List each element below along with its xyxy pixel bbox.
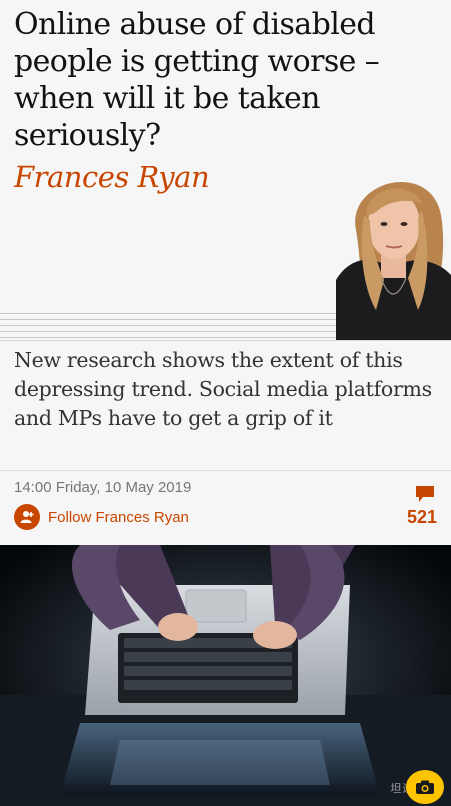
follow-author-button[interactable]: Follow Frances Ryan <box>14 503 189 531</box>
article-photo <box>0 545 451 806</box>
follow-author-label: Follow Frances Ryan <box>48 508 189 526</box>
divider <box>0 340 451 341</box>
timestamp: 14:00 Friday, 10 May 2019 <box>14 479 192 496</box>
article-meta: 14:00 Friday, 10 May 2019 Follow Frances… <box>0 470 451 546</box>
camera-icon <box>416 780 434 794</box>
byline: Frances Ryan <box>14 160 210 194</box>
comment-count: 521 <box>406 507 437 527</box>
standfirst: New research shows the extent of this de… <box>14 348 432 430</box>
camera-button[interactable] <box>406 770 444 804</box>
headline: Online abuse of disabled people is getti… <box>14 7 380 153</box>
article-header: Online abuse of disabled people is getti… <box>0 0 451 340</box>
add-user-icon <box>14 504 40 530</box>
header-rules <box>0 313 345 339</box>
comments-button[interactable]: 521 <box>397 485 437 528</box>
comment-bubble-icon <box>416 486 434 502</box>
author-portrait <box>336 160 451 340</box>
